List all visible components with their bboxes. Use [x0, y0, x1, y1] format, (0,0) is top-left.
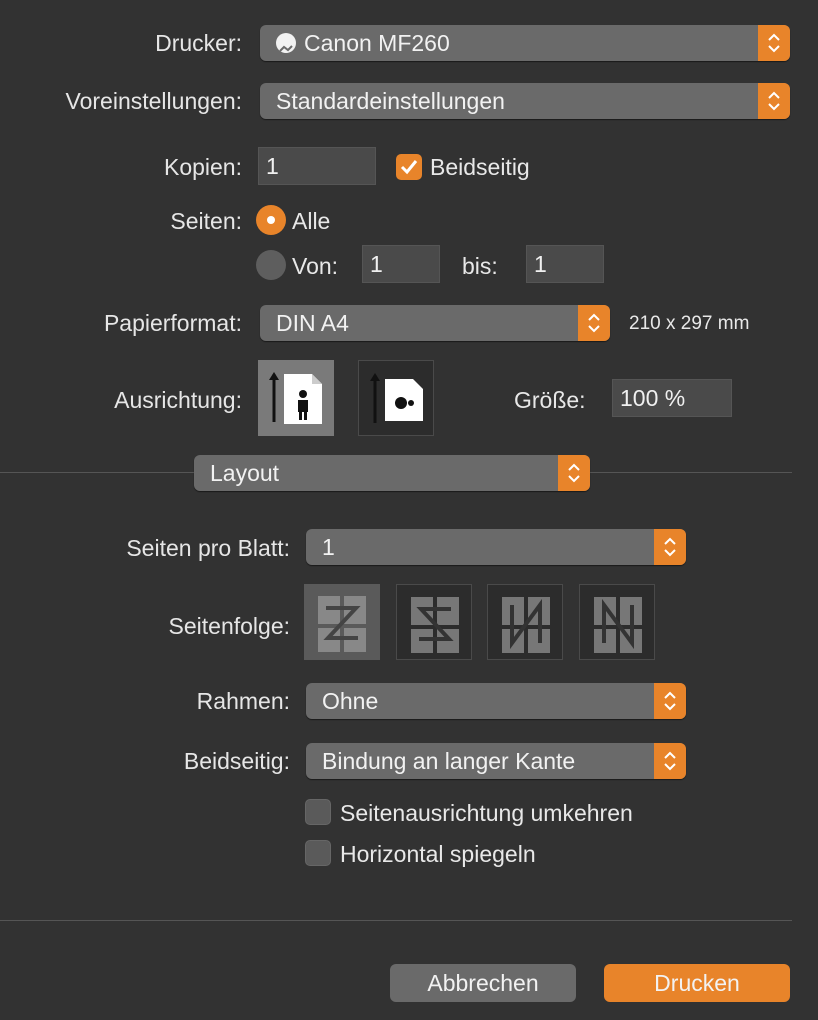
- pages-range-radio[interactable]: [256, 250, 286, 280]
- pages-all-radio[interactable]: [256, 205, 286, 235]
- pages-label: Seiten:: [170, 208, 242, 234]
- popup-arrows-icon: [654, 743, 686, 779]
- presets-label: Voreinstellungen:: [65, 88, 242, 114]
- page-order-label: Seitenfolge:: [168, 613, 290, 639]
- popup-arrows-icon: [758, 83, 790, 119]
- separator: [0, 920, 792, 921]
- popup-arrows-icon: [558, 455, 590, 491]
- duplex-label: Beidseitig: [430, 154, 530, 180]
- order-n-icon: [502, 597, 550, 653]
- flip-horizontal-checkbox[interactable]: [305, 840, 331, 866]
- paper-popup[interactable]: DIN A4: [260, 305, 610, 341]
- twosided-label: Beidseitig:: [183, 748, 290, 774]
- cancel-button[interactable]: Abbrechen: [390, 964, 576, 1002]
- popup-arrows-icon: [758, 25, 790, 61]
- order-z-icon: [318, 596, 366, 652]
- paper-dimensions: 210 x 297 mm: [629, 313, 750, 334]
- twosided-popup[interactable]: Bindung an langer Kante: [306, 743, 686, 779]
- popup-arrows-icon: [578, 305, 610, 341]
- border-popup[interactable]: Ohne: [306, 683, 686, 719]
- order-reverse-n-icon: [594, 597, 642, 653]
- flip-horizontal-label: Horizontal spiegeln: [340, 841, 536, 867]
- popup-arrows-icon: [654, 683, 686, 719]
- print-button[interactable]: Drucken: [604, 964, 790, 1002]
- reverse-orientation-label: Seitenausrichtung umkehren: [340, 800, 633, 826]
- order-reverse-z-button[interactable]: [396, 584, 472, 660]
- presets-popup[interactable]: Standardeinstellungen: [260, 83, 790, 119]
- portrait-orientation-button[interactable]: [258, 360, 334, 436]
- pages-from-label: Von:: [292, 253, 339, 279]
- printer-value: Canon MF260: [304, 30, 450, 56]
- popup-arrows-icon: [654, 529, 686, 565]
- printer-label: Drucker:: [155, 30, 242, 56]
- order-n-button[interactable]: [487, 584, 563, 660]
- section-value: Layout: [210, 460, 280, 486]
- presets-value: Standardeinstellungen: [276, 88, 505, 114]
- duplex-checkbox[interactable]: [396, 154, 422, 180]
- twosided-value: Bindung an langer Kante: [322, 748, 576, 774]
- pages-to-field[interactable]: 1: [526, 245, 604, 283]
- border-label: Rahmen:: [196, 688, 290, 714]
- orientation-label: Ausrichtung:: [114, 387, 242, 413]
- pages-all-label: Alle: [292, 208, 331, 234]
- copies-label: Kopien:: [163, 154, 242, 180]
- order-z-button[interactable]: [304, 584, 380, 660]
- landscape-icon: [370, 373, 423, 423]
- paper-value: DIN A4: [276, 310, 349, 336]
- scale-label: Größe:: [514, 387, 586, 413]
- pages-per-sheet-label: Seiten pro Blatt:: [126, 535, 290, 561]
- pages-to-label: bis:: [462, 253, 498, 279]
- scale-field[interactable]: 100 %: [612, 379, 732, 417]
- border-value: Ohne: [322, 688, 379, 714]
- pages-per-sheet-popup[interactable]: 1: [306, 529, 686, 565]
- portrait-icon: [269, 372, 322, 424]
- printer-status-icon: [276, 33, 296, 53]
- printer-popup[interactable]: Canon MF260: [260, 25, 790, 61]
- order-reverse-n-button[interactable]: [579, 584, 655, 660]
- checkmark-icon: [400, 160, 418, 175]
- section-popup[interactable]: Layout: [194, 455, 590, 491]
- landscape-orientation-button[interactable]: [358, 360, 434, 436]
- order-reverse-z-icon: [411, 597, 459, 653]
- paper-label: Papierformat:: [103, 310, 242, 336]
- pages-from-field[interactable]: 1: [362, 245, 440, 283]
- copies-field[interactable]: 1: [258, 147, 376, 185]
- reverse-orientation-checkbox[interactable]: [305, 799, 331, 825]
- pages-per-sheet-value: 1: [322, 534, 335, 560]
